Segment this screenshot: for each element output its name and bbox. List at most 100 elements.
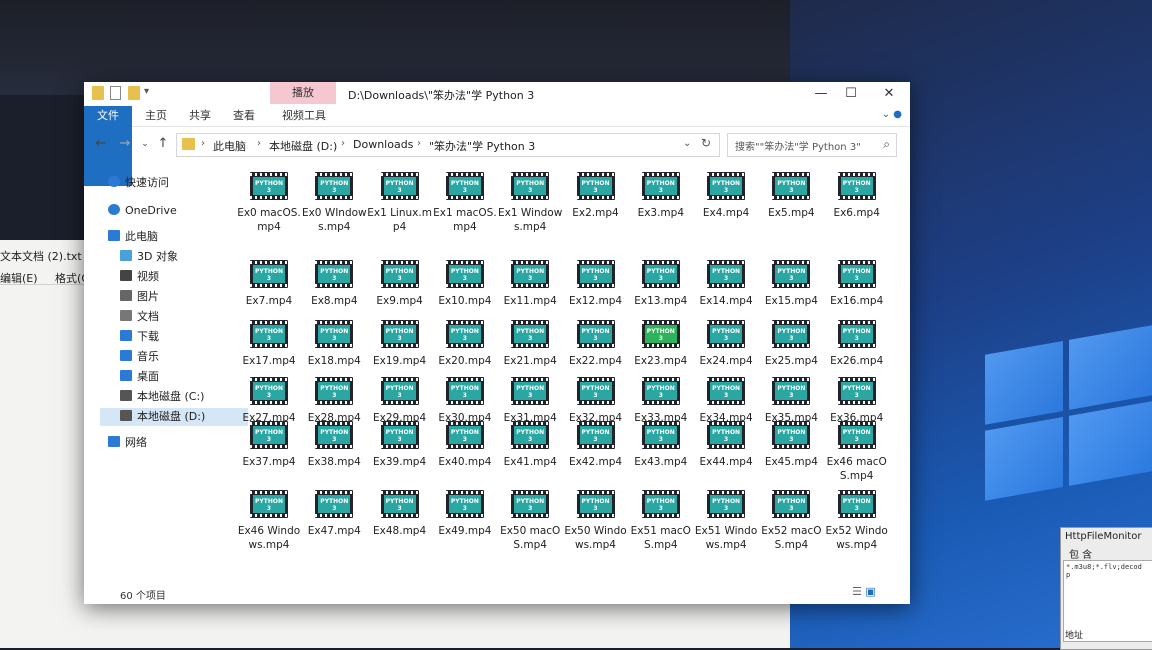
nav-item[interactable]: 此电脑	[108, 228, 158, 246]
file-item[interactable]: PYTHON 3 Ex3.mp4	[631, 172, 691, 252]
thumbnail-caption: PYTHON 3	[581, 328, 610, 342]
nav-item[interactable]: 下载	[120, 328, 159, 346]
maximize-button[interactable]: ☐	[838, 85, 864, 103]
nav-item-label: 视频	[137, 270, 159, 283]
minimize-button[interactable]: —	[808, 85, 834, 103]
file-name: Ex48.mp4	[373, 525, 427, 537]
folder-icon	[92, 86, 104, 100]
file-item[interactable]: PYTHON 3 Ex0 WIndows.mp4	[302, 172, 367, 252]
context-tab-play[interactable]: 播放	[270, 82, 336, 104]
video-thumbnail-icon: PYTHON 3	[511, 320, 550, 348]
nav-item[interactable]: 文档	[120, 308, 159, 326]
nav-item[interactable]: OneDrive	[108, 202, 177, 220]
thumbnail-caption: PYTHON 3	[646, 429, 675, 443]
file-name: Ex21.mp4	[503, 355, 557, 367]
ribbon-expand-icon[interactable]: ⌄ ●	[882, 109, 902, 120]
file-explorer-window[interactable]: ▾ 播放 D:\Downloads\"笨办法"学 Python 3 — ☐ ✕ …	[84, 82, 910, 604]
file-item[interactable]: PYTHON 3 Ex51 Windows.mp4	[695, 490, 757, 570]
file-item[interactable]: PYTHON 3 Ex4.mp4	[696, 172, 756, 252]
tab-share[interactable]: 共享	[180, 106, 220, 126]
thumbnail-caption: PYTHON 3	[255, 429, 283, 443]
file-item[interactable]: PYTHON 3 Ex43.mp4	[631, 421, 691, 501]
crumb-current-folder[interactable]: "笨办法"学 Python 3	[429, 138, 535, 154]
video-thumbnail-icon: PYTHON 3	[707, 320, 746, 348]
titlebar[interactable]: ▾ 播放 D:\Downloads\"笨办法"学 Python 3 — ☐ ✕	[84, 82, 910, 106]
file-name: Ex13.mp4	[634, 295, 688, 307]
tab-video-tools[interactable]: 视频工具	[274, 106, 334, 126]
file-item[interactable]: PYTHON 3 Ex52 Windows.mp4	[826, 490, 888, 570]
video-thumbnail-icon: PYTHON 3	[576, 490, 615, 518]
file-item[interactable]: PYTHON 3 Ex38.mp4	[304, 421, 364, 501]
file-item[interactable]: PYTHON 3 Ex46 macOS.mp4	[827, 421, 887, 501]
address-dropdown-icon[interactable]: ⌄	[683, 138, 691, 149]
view-toggle[interactable]: ☰ ▣	[852, 585, 876, 598]
nav-item-label: 3D 对象	[137, 250, 178, 263]
close-button[interactable]: ✕	[876, 85, 902, 103]
file-item[interactable]: PYTHON 3 Ex41.mp4	[500, 421, 560, 501]
tab-home[interactable]: 主页	[136, 106, 176, 126]
file-item[interactable]: PYTHON 3 Ex48.mp4	[370, 490, 430, 570]
nav-item[interactable]: 桌面	[120, 368, 159, 386]
crumb-downloads[interactable]: Downloads	[353, 138, 413, 151]
file-item[interactable]: PYTHON 3 Ex50 macOS.mp4	[500, 490, 560, 570]
nav-item[interactable]: 3D 对象	[120, 248, 178, 266]
crumb-separator[interactable]: ›	[341, 138, 345, 149]
file-item[interactable]: PYTHON 3 Ex5.mp4	[761, 172, 821, 252]
file-item[interactable]: PYTHON 3 Ex49.mp4	[435, 490, 495, 570]
thumbnail-caption: PYTHON 3	[450, 385, 479, 399]
nav-item[interactable]: 图片	[120, 288, 159, 306]
file-item[interactable]: PYTHON 3 Ex0 macOS.mp4	[237, 172, 301, 252]
recent-chevron-icon[interactable]: ⌄	[136, 135, 154, 153]
file-item[interactable]: PYTHON 3 Ex1 Linux.mp4	[367, 172, 432, 252]
file-item[interactable]: PYTHON 3 Ex47.mp4	[304, 490, 364, 570]
crumb-drive-d[interactable]: 本地磁盘 (D:)	[269, 138, 337, 154]
nav-item-label: OneDrive	[125, 204, 177, 217]
customize-toolbar-icon[interactable]: ▾	[144, 86, 156, 100]
file-item[interactable]: PYTHON 3 Ex51 macOS.mp4	[631, 490, 691, 570]
nav-item[interactable]: 本地磁盘 (D:)	[100, 408, 248, 426]
video-thumbnail-icon: PYTHON 3	[315, 490, 354, 518]
crumb-separator[interactable]: ›	[257, 138, 261, 149]
file-item[interactable]: PYTHON 3 Ex1 Windows.mp4	[498, 172, 562, 252]
file-item[interactable]: PYTHON 3 Ex45.mp4	[761, 421, 821, 501]
nav-item[interactable]: 网络	[108, 434, 147, 452]
file-item[interactable]: PYTHON 3 Ex50 Windows.mp4	[564, 490, 627, 570]
navigation-pane: 快速访问 OneDrive 此电脑 3D 对象视频图片文档下载音乐桌面本地磁盘 (C:…	[84, 160, 248, 580]
nav-item[interactable]: 音乐	[120, 348, 159, 366]
thumbnail-caption: PYTHON 3	[646, 180, 675, 194]
file-item[interactable]: PYTHON 3 Ex37.mp4	[239, 421, 299, 501]
file-item[interactable]: PYTHON 3 Ex6.mp4	[827, 172, 887, 252]
up-arrow-icon[interactable]: ↑	[154, 135, 172, 153]
file-name: Ex1 Windows.mp4	[498, 207, 563, 233]
search-box[interactable]: 搜索""笨办法"学 Python 3" ⌕	[727, 133, 897, 157]
properties-icon[interactable]	[110, 86, 121, 100]
file-name: Ex37.mp4	[242, 456, 296, 468]
back-arrow-icon[interactable]: ←	[92, 135, 110, 153]
file-item[interactable]: PYTHON 3 Ex2.mp4	[566, 172, 626, 252]
status-item-count: 60 个项目	[120, 591, 166, 602]
nav-item[interactable]: 快速访问	[108, 174, 169, 192]
address-bar[interactable]: › 此电脑 › 本地磁盘 (D:) › Downloads › "笨办法"学 P…	[176, 133, 720, 157]
file-item[interactable]: PYTHON 3 Ex1 macOS.mp4	[433, 172, 497, 252]
search-icon[interactable]: ⌕	[883, 137, 890, 152]
file-item[interactable]: PYTHON 3 Ex46 Windows.mp4	[238, 490, 300, 570]
nav-item[interactable]: 视频	[120, 268, 159, 286]
forward-arrow-icon[interactable]: →	[116, 135, 134, 153]
file-item[interactable]: PYTHON 3 Ex52 macOS.mp4	[761, 490, 822, 570]
file-item[interactable]: PYTHON 3 Ex40.mp4	[435, 421, 495, 501]
crumb-separator[interactable]: ›	[201, 138, 205, 149]
crumb-this-pc[interactable]: 此电脑	[213, 138, 246, 154]
file-name: Ex23.mp4	[634, 355, 688, 367]
thumbnail-caption: PYTHON 3	[777, 498, 806, 512]
new-folder-icon[interactable]	[128, 86, 140, 100]
tab-view[interactable]: 查看	[224, 106, 264, 126]
crumb-separator[interactable]: ›	[417, 138, 421, 149]
nav-item[interactable]: 本地磁盘 (C:)	[120, 388, 204, 406]
refresh-icon[interactable]: ↻	[701, 136, 711, 150]
file-item[interactable]: PYTHON 3 Ex42.mp4	[566, 421, 626, 501]
http-file-monitor-window[interactable]: HttpFileMonitor 包 含 *.m3u8;*.flv;decod p …	[1060, 527, 1152, 650]
file-item[interactable]: PYTHON 3 Ex39.mp4	[370, 421, 430, 501]
thumbnail-caption: PYTHON 3	[516, 180, 545, 194]
video-thumbnail-icon: PYTHON 3	[837, 260, 876, 288]
file-item[interactable]: PYTHON 3 Ex44.mp4	[696, 421, 756, 501]
